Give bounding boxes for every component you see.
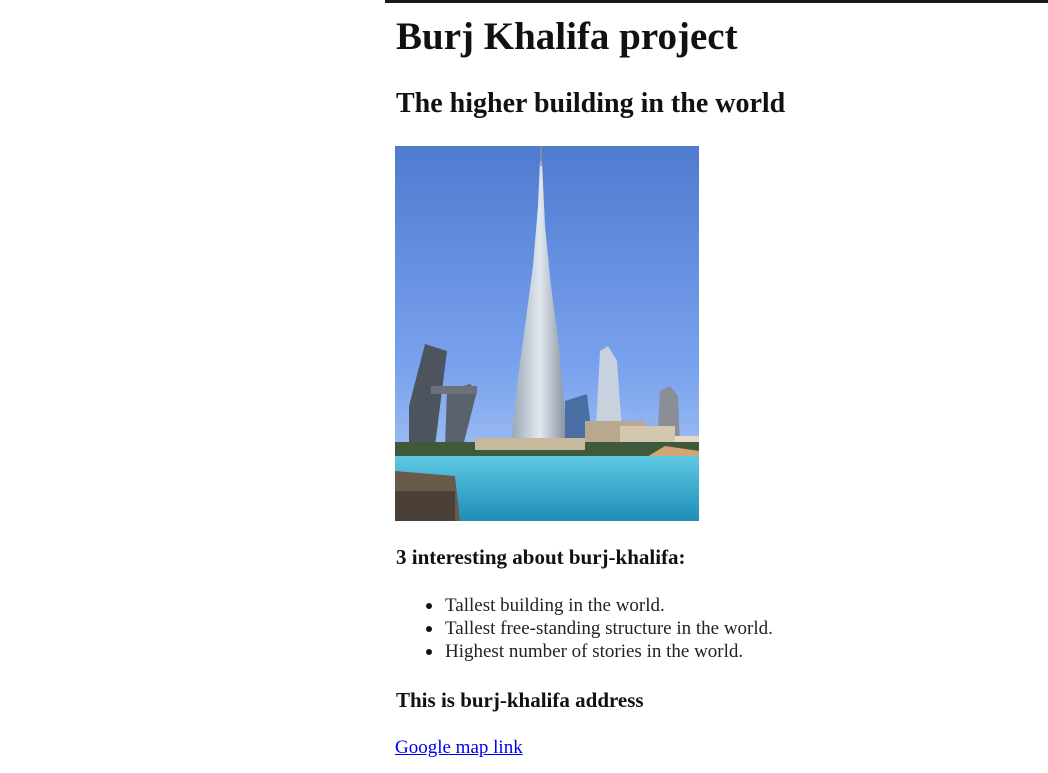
list-item-text: Tallest building in the world. <box>445 595 665 616</box>
facts-heading: 3 interesting about burj-khalifa: <box>396 545 686 569</box>
address-heading: This is burj-khalifa address <box>396 688 644 712</box>
page-subtitle: The higher building in the world <box>396 88 786 119</box>
google-map-link[interactable]: Google map link <box>395 736 523 760</box>
list-item-text: Highest number of stories in the world. <box>445 641 744 662</box>
list-item: Tallest building in the world. <box>426 594 773 617</box>
top-border <box>385 0 1048 3</box>
burj-khalifa-photo <box>395 146 699 521</box>
list-item: Highest number of stories in the world. <box>426 640 773 663</box>
list-item: Tallest free-standing structure in the w… <box>426 617 773 640</box>
page-title: Burj Khalifa project <box>396 15 738 58</box>
bullet-icon <box>426 626 432 632</box>
facts-list: Tallest building in the world. Tallest f… <box>396 594 773 663</box>
bullet-icon <box>426 649 432 655</box>
list-item-text: Tallest free-standing structure in the w… <box>445 618 773 639</box>
bullet-icon <box>426 603 432 609</box>
